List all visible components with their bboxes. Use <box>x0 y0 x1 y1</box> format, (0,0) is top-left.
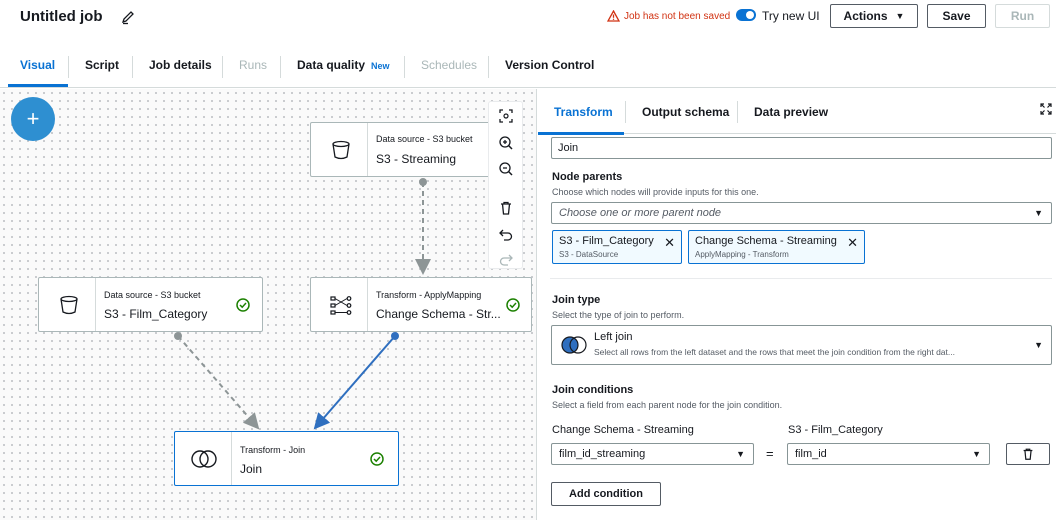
tab-active-indicator <box>538 132 624 135</box>
token-name: Change Schema - Streaming <box>695 235 837 247</box>
remove-token-icon[interactable]: ✕ <box>664 235 675 251</box>
success-check-icon <box>236 297 250 312</box>
success-check-icon <box>370 451 384 466</box>
tab-data-preview[interactable]: Data preview <box>754 105 828 119</box>
warning-icon <box>607 10 620 22</box>
node-name: S3 - Streaming <box>376 152 457 166</box>
node-name: Join <box>240 462 263 476</box>
right-field-value: film_id <box>795 448 827 460</box>
parent-token: Change Schema - Streaming ApplyMapping -… <box>688 230 865 264</box>
canvas-divider <box>536 89 537 520</box>
tab-divider <box>625 101 626 123</box>
add-condition-button[interactable]: Add condition <box>551 482 661 506</box>
join-conditions-label: Join conditions <box>552 384 634 396</box>
node-divider <box>367 278 368 331</box>
zoom-out-icon[interactable] <box>498 161 514 177</box>
s3-bucket-icon <box>332 140 350 159</box>
right-field-select[interactable]: film_id ▼ <box>787 443 990 465</box>
node-parents-hint: Choose which nodes will provide inputs f… <box>552 187 759 197</box>
actions-label: Actions <box>843 9 888 23</box>
join-type-select[interactable]: Left join Select all rows from the left … <box>551 325 1052 365</box>
node-divider <box>367 123 368 176</box>
tab-transform[interactable]: Transform <box>554 105 613 119</box>
caret-down-icon: ▼ <box>972 449 981 459</box>
success-check-icon <box>506 297 520 312</box>
edge-film-category-to-join <box>177 335 260 430</box>
try-new-ui-toggle[interactable] <box>736 9 756 21</box>
node-name: S3 - Film_Category <box>104 307 208 321</box>
right-parent-label: S3 - Film_Category <box>788 424 883 436</box>
s3-bucket-icon <box>60 295 78 314</box>
token-sub: S3 - DataSource <box>559 250 619 259</box>
caret-down-icon: ▼ <box>1034 208 1043 218</box>
node-name: Change Schema - Str... <box>376 307 501 321</box>
join-type-description: Select all rows from the left dataset an… <box>594 347 955 357</box>
unsaved-warning: Job has not been saved <box>607 10 730 22</box>
remove-condition-button[interactable] <box>1006 443 1050 465</box>
node-type: Data source - S3 bucket <box>376 134 473 144</box>
expand-panel-icon[interactable] <box>1040 103 1052 115</box>
caret-down-icon: ▼ <box>736 449 745 459</box>
node-name-input[interactable]: Join <box>551 137 1052 159</box>
actions-button[interactable]: Actions ▼ <box>830 4 918 28</box>
node-panel-tabs: Transform Output schema Data preview <box>538 89 1056 135</box>
node-parents-placeholder: Choose one or more parent node <box>559 207 722 219</box>
caret-down-icon: ▼ <box>1034 340 1043 350</box>
edge-start-dot <box>391 332 399 340</box>
equals-sign: = <box>766 446 774 461</box>
node-divider <box>231 432 232 485</box>
join-type-hint: Select the type of join to perform. <box>552 310 685 320</box>
join-conditions-hint: Select a field from each parent node for… <box>552 400 783 410</box>
join-type-value: Left join <box>594 331 633 343</box>
remove-token-icon[interactable]: ✕ <box>847 235 858 251</box>
parent-token: S3 - Film_Category S3 - DataSource ✕ <box>552 230 682 264</box>
node-type: Data source - S3 bucket <box>104 290 201 300</box>
tab-output-schema[interactable]: Output schema <box>642 105 729 119</box>
apply-mapping-icon <box>330 295 352 315</box>
node-type: Transform - Join <box>240 445 306 455</box>
token-sub: ApplyMapping - Transform <box>695 250 789 259</box>
delete-icon[interactable] <box>498 200 514 216</box>
undo-icon[interactable] <box>498 226 514 242</box>
warning-text: Job has not been saved <box>624 10 731 22</box>
trash-icon <box>1023 448 1033 460</box>
left-field-value: film_id_streaming <box>559 448 646 460</box>
node-s3-streaming[interactable]: Data source - S3 bucket S3 - Streaming <box>310 122 492 177</box>
save-button[interactable]: Save <box>927 4 986 28</box>
try-new-ui-label: Try new UI <box>762 9 820 23</box>
node-parents-select[interactable]: Choose one or more parent node ▼ <box>551 202 1052 224</box>
fit-view-icon[interactable] <box>498 108 514 124</box>
tab-divider <box>737 101 738 123</box>
join-icon <box>191 449 217 468</box>
join-type-label: Join type <box>552 294 601 306</box>
left-parent-label: Change Schema - Streaming <box>552 424 694 436</box>
left-join-icon <box>561 336 587 354</box>
edge-start-dot <box>174 332 182 340</box>
edge-change-schema-to-join <box>313 335 396 430</box>
node-join[interactable]: Transform - Join Join <box>174 431 399 486</box>
canvas-toolbar <box>488 101 523 269</box>
redo-icon[interactable] <box>498 251 514 267</box>
edge-start-dot <box>419 178 427 186</box>
left-field-select[interactable]: film_id_streaming ▼ <box>551 443 754 465</box>
token-name: S3 - Film_Category <box>559 235 654 247</box>
node-divider <box>95 278 96 331</box>
node-s3-film-category[interactable]: Data source - S3 bucket S3 - Film_Catego… <box>38 277 263 332</box>
node-change-schema[interactable]: Transform - ApplyMapping Change Schema -… <box>310 277 532 332</box>
node-parents-label: Node parents <box>552 171 623 183</box>
zoom-in-icon[interactable] <box>498 135 514 151</box>
run-button[interactable]: Run <box>995 4 1050 28</box>
caret-down-icon: ▼ <box>895 11 905 21</box>
add-node-button[interactable]: + <box>11 97 55 141</box>
section-divider <box>550 278 1052 279</box>
node-type: Transform - ApplyMapping <box>376 290 482 300</box>
